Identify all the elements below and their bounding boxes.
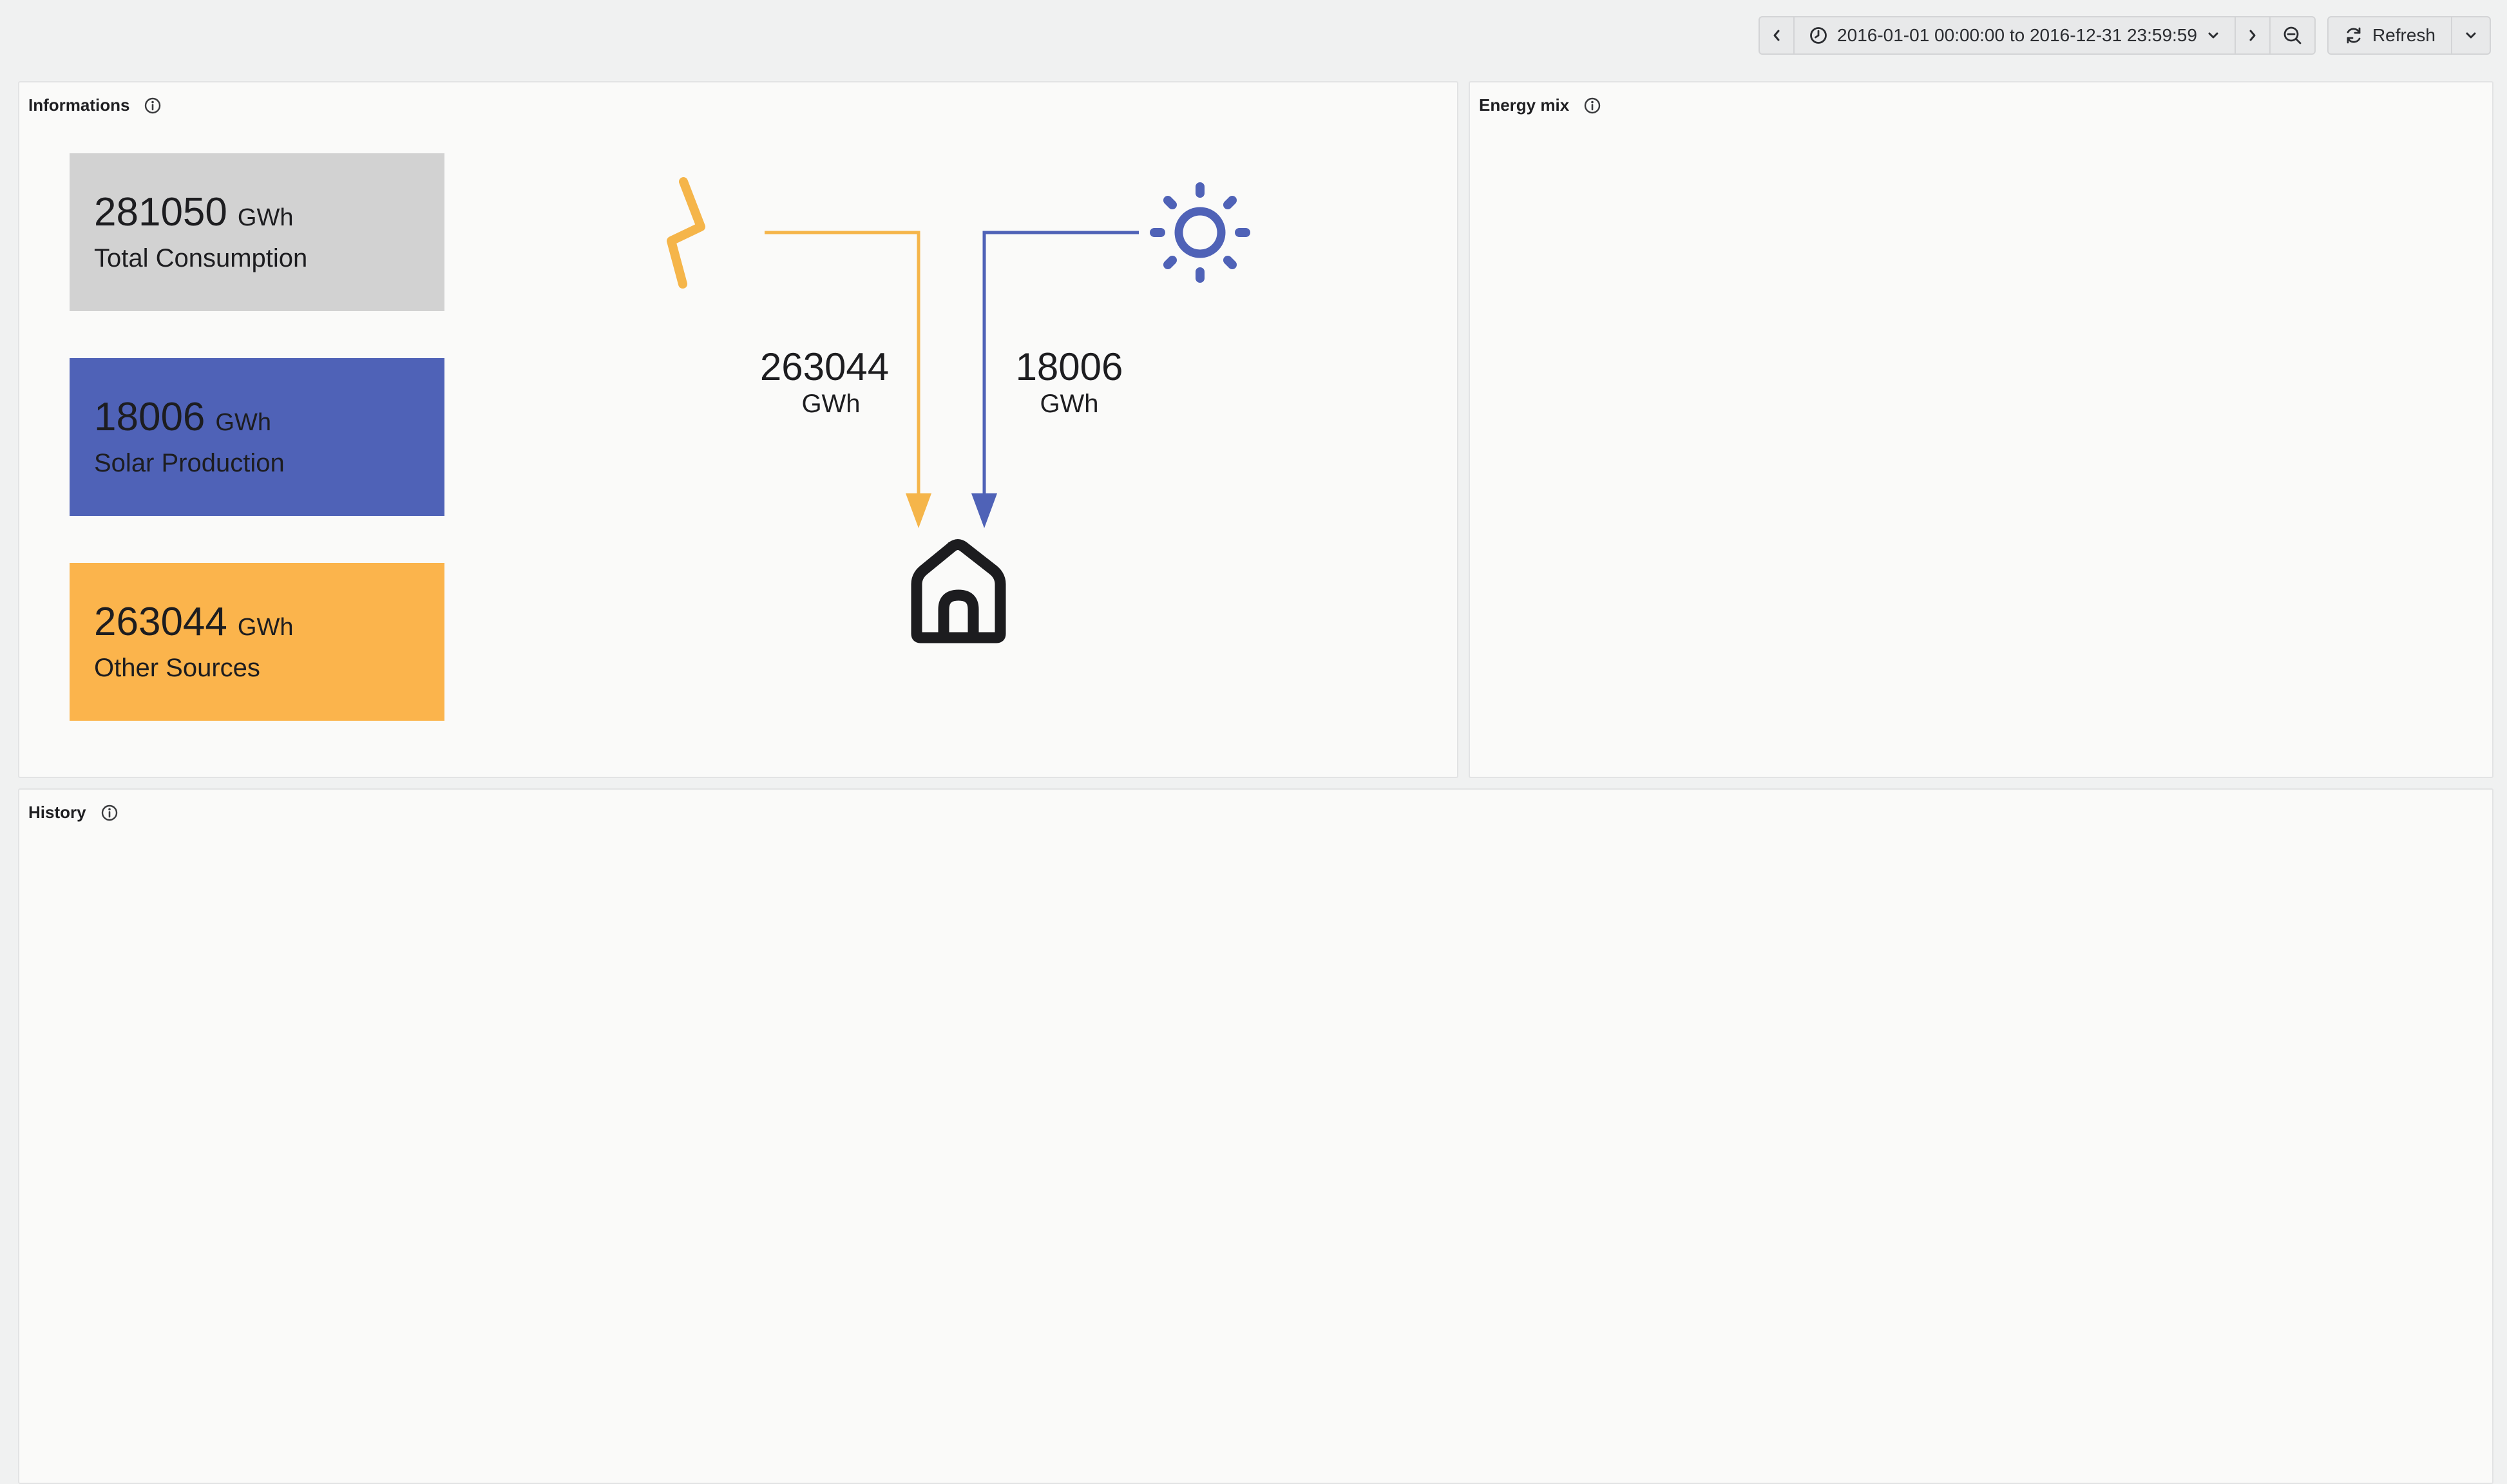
panel-header: Energy mix [1479, 95, 1601, 115]
time-shift-forward-button[interactable] [2236, 17, 2271, 53]
refresh-group: Refresh [2327, 16, 2491, 55]
solar-flow-value: 18006 [1015, 345, 1123, 388]
panel-title: History [28, 803, 86, 822]
zoom-out-button[interactable] [2271, 17, 2314, 53]
zoom-out-icon [2283, 26, 2302, 44]
chevron-down-icon [2466, 32, 2476, 39]
informations-panel: Informations 281050 GWh Total Consumptio… [18, 81, 1458, 778]
time-range-group: 2016-01-01 00:00:00 to 2016-12-31 23:59:… [1759, 16, 2316, 55]
time-toolbar: 2016-01-01 00:00:00 to 2016-12-31 23:59:… [1759, 16, 2491, 55]
chevron-right-icon [2249, 30, 2256, 41]
grid-flow-value: 263044 [759, 345, 890, 388]
energy-flow-diagram [667, 177, 1250, 643]
lightning-icon [667, 177, 705, 289]
time-range-text: 2016-01-01 00:00:00 to 2016-12-31 23:59:… [1837, 25, 2197, 45]
time-shift-back-button[interactable] [1760, 17, 1795, 53]
grid-flow-unit: GWh [801, 390, 861, 418]
chevron-left-icon [1773, 30, 1780, 41]
info-icon[interactable] [100, 804, 119, 822]
refresh-button[interactable]: Refresh [2329, 17, 2452, 53]
clock-icon [1810, 27, 1827, 44]
panel-header: History [28, 803, 119, 823]
panel-title: Energy mix [1479, 95, 1570, 115]
time-range-picker[interactable]: 2016-01-01 00:00:00 to 2016-12-31 23:59:… [1795, 17, 2236, 53]
info-icon[interactable] [1583, 97, 1601, 115]
chevron-down-icon [2208, 32, 2218, 39]
solar-flow-unit: GWh [1040, 390, 1099, 418]
history-panel: History [18, 788, 2493, 1484]
solar-flow-label: 18006 GWh [992, 347, 1147, 420]
grid-flow-label: 263044 GWh [741, 347, 908, 420]
sun-icon [1150, 182, 1250, 283]
home-icon [911, 539, 1006, 643]
refresh-interval-dropdown[interactable] [2452, 17, 2490, 53]
refresh-label: Refresh [2372, 25, 2436, 45]
refresh-icon [2347, 27, 2361, 44]
energy-mix-panel: Energy mix [1469, 81, 2493, 778]
